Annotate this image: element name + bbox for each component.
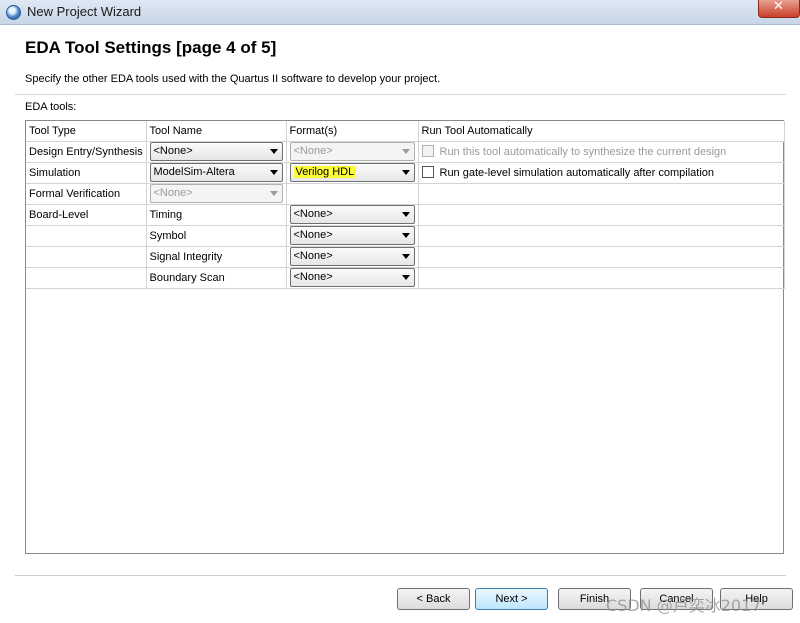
format-cell: <None> (286, 141, 419, 163)
tool-type-cell: Design Entry/Synthesis (26, 141, 147, 163)
format-value: <None> (293, 208, 333, 220)
run-cell (418, 183, 785, 205)
tool-type-cell (26, 246, 147, 268)
column-header-tool-name: Tool Name (146, 121, 287, 142)
table-header-row: Tool Type Tool Name Format(s) Run Tool A… (26, 121, 785, 142)
run-cell (418, 204, 785, 226)
format-dropdown[interactable]: <None> (289, 268, 415, 287)
title-bar: New Project Wizard ✕ (0, 0, 800, 25)
run-gate-level-simulation-checkbox[interactable] (421, 166, 434, 178)
format-value: <None> (293, 229, 333, 241)
window-title: New Project Wizard (27, 4, 142, 19)
tool-name-dropdown[interactable]: <None> (149, 142, 283, 161)
run-cell (418, 246, 785, 268)
eda-tools-table: Tool Type Tool Name Format(s) Run Tool A… (25, 120, 785, 554)
run-cell (418, 225, 785, 247)
run-cell: Run gate-level simulation automatically … (418, 162, 785, 184)
tool-type-cell: Simulation (26, 162, 147, 184)
tool-name-value: ModelSim-Altera (153, 166, 235, 178)
run-automatically-checkbox (421, 145, 434, 157)
format-value: <None> (293, 250, 333, 262)
tool-type-cell (26, 267, 147, 289)
format-cell: <None> (286, 267, 419, 289)
format-value: Verilog HDL (293, 166, 357, 178)
tool-name-value: <None> (153, 187, 193, 199)
run-cell: Run this tool automatically to synthesiz… (418, 141, 785, 163)
format-dropdown[interactable]: <None> (289, 226, 415, 245)
next-button[interactable]: Next > (475, 588, 548, 610)
tool-name-cell: <None> (146, 183, 287, 205)
tool-name-cell: Signal Integrity (146, 246, 287, 268)
tool-name-value: <None> (153, 145, 193, 157)
format-cell: <None> (286, 225, 419, 247)
format-cell: Verilog HDL (286, 162, 419, 184)
chevron-down-icon (401, 170, 410, 175)
tool-type-cell: Board-Level (26, 204, 147, 226)
close-icon: ✕ (773, 0, 784, 14)
page-title: EDA Tool Settings [page 4 of 5] (25, 38, 277, 57)
format-dropdown[interactable]: Verilog HDL (289, 163, 415, 182)
format-cell: <None> (286, 246, 419, 268)
table-row: Board-Level Timing <None> (26, 204, 785, 226)
format-cell (286, 183, 419, 205)
watermark: CSDN @卢奕冰2017 (606, 596, 762, 615)
tool-name-cell: <None> (146, 141, 287, 163)
chevron-down-icon (269, 191, 278, 196)
wizard-window: New Project Wizard ✕ EDA Tool Settings [… (0, 0, 800, 623)
column-header-tool-type: Tool Type (26, 121, 147, 142)
run-gate-level-simulation-label: Run gate-level simulation automatically … (439, 167, 715, 179)
format-cell: <None> (286, 204, 419, 226)
quartus-app-icon (6, 5, 21, 20)
format-value: <None> (293, 271, 333, 283)
tool-name-dropdown[interactable]: ModelSim-Altera (149, 163, 283, 182)
run-automatically-label: Run this tool automatically to synthesiz… (439, 146, 727, 158)
run-cell (418, 267, 785, 289)
tool-name-cell: ModelSim-Altera (146, 162, 287, 184)
chevron-down-icon (401, 233, 410, 238)
page-header: EDA Tool Settings [page 4 of 5] Specify … (0, 25, 800, 95)
tool-name-dropdown: <None> (149, 184, 283, 203)
column-header-formats: Format(s) (286, 121, 419, 142)
page-subtitle: Specify the other EDA tools used with th… (25, 73, 441, 85)
format-dropdown: <None> (289, 142, 415, 161)
column-header-run-automatically: Run Tool Automatically (418, 121, 785, 142)
chevron-down-icon (269, 149, 278, 154)
table-row: Formal Verification <None> (26, 183, 785, 205)
chevron-down-icon (269, 170, 278, 175)
eda-tools-label: EDA tools: (25, 101, 77, 113)
table-row: Design Entry/Synthesis <None> <None> Run… (26, 141, 785, 163)
tool-type-cell: Formal Verification (26, 183, 147, 205)
table-row: Simulation ModelSim-Altera Verilog HDL R… (26, 162, 785, 184)
tool-type-cell (26, 225, 147, 247)
tool-name-cell: Boundary Scan (146, 267, 287, 289)
back-button[interactable]: < Back (397, 588, 470, 610)
table-row: Signal Integrity <None> (26, 246, 785, 268)
footer-divider (15, 575, 786, 576)
tool-name-cell: Symbol (146, 225, 287, 247)
format-dropdown[interactable]: <None> (289, 205, 415, 224)
header-divider (15, 94, 786, 95)
format-value: <None> (293, 145, 333, 157)
chevron-down-icon (401, 275, 410, 280)
tool-name-cell: Timing (146, 204, 287, 226)
table-row: Boundary Scan <None> (26, 267, 785, 289)
close-button[interactable]: ✕ (758, 0, 800, 18)
format-dropdown[interactable]: <None> (289, 247, 415, 266)
chevron-down-icon (401, 254, 410, 259)
table-row: Symbol <None> (26, 225, 785, 247)
chevron-down-icon (401, 149, 410, 154)
chevron-down-icon (401, 212, 410, 217)
